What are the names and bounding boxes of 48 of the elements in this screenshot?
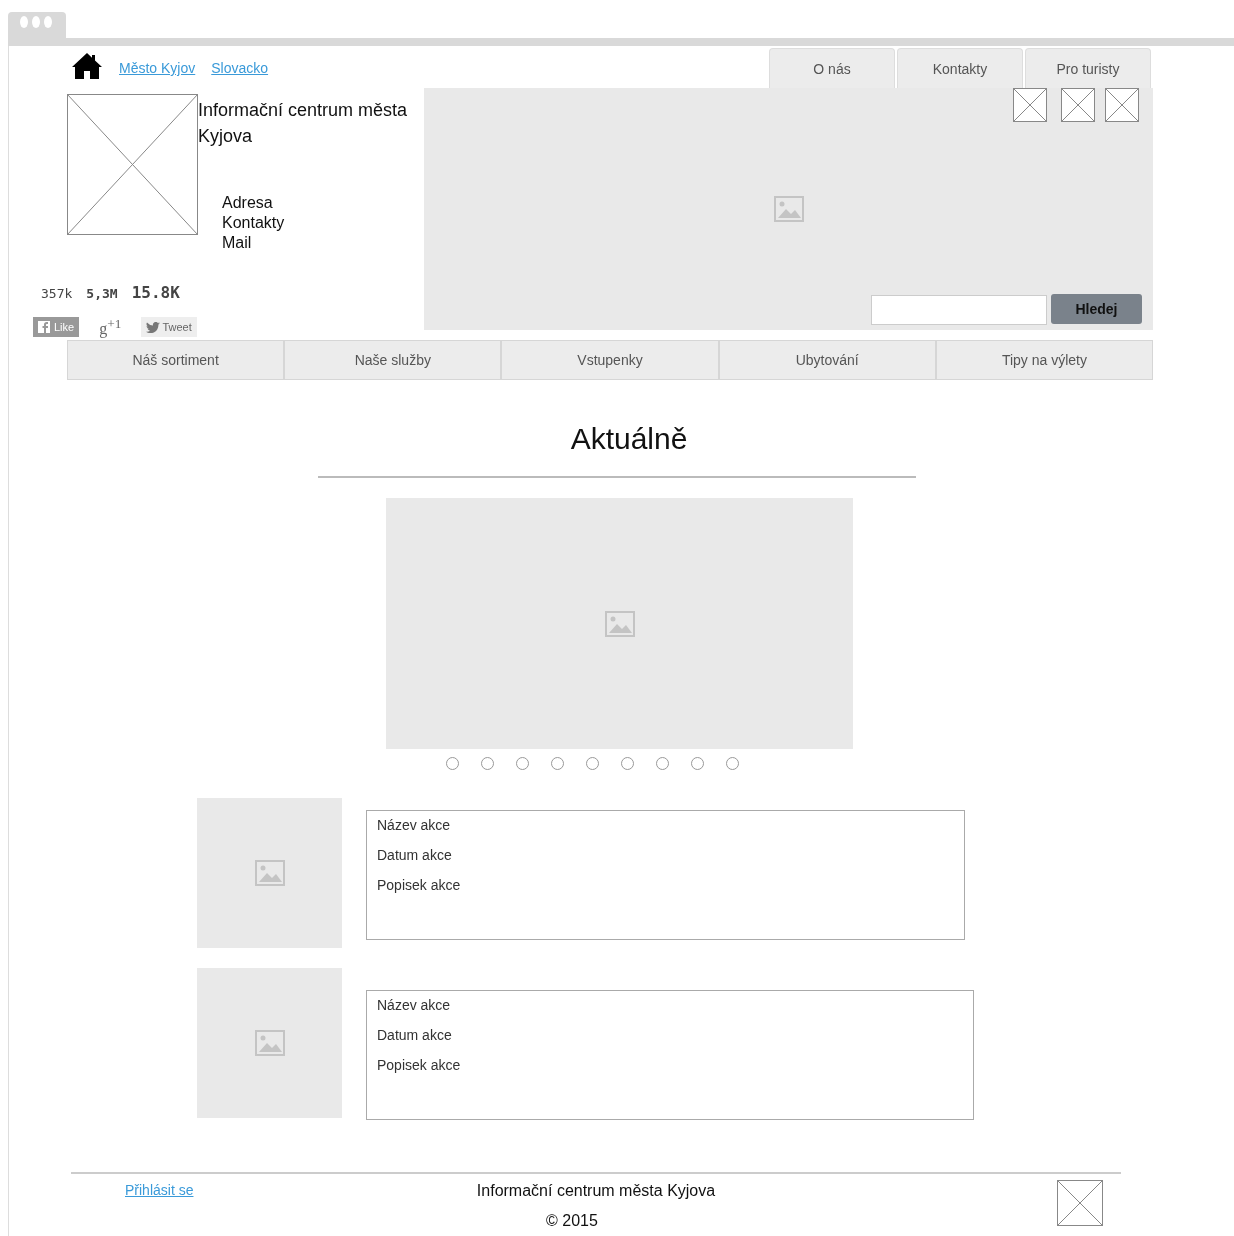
menu-item[interactable]: Naše služby bbox=[284, 340, 502, 380]
slider-dot[interactable] bbox=[691, 757, 704, 770]
event-name: Název akce bbox=[377, 817, 452, 833]
top-tab[interactable]: Kontakty bbox=[897, 48, 1023, 88]
image-icon bbox=[773, 196, 804, 222]
site-title: Informační centrum města Kyjova bbox=[198, 99, 409, 148]
slider-dot[interactable] bbox=[726, 757, 739, 770]
slider-dot[interactable] bbox=[516, 757, 529, 770]
search-button[interactable]: Hledej bbox=[1051, 294, 1142, 324]
slider-dot[interactable] bbox=[621, 757, 634, 770]
menu-item[interactable]: Vstupenky bbox=[501, 340, 719, 380]
slider-dot[interactable] bbox=[656, 757, 669, 770]
event-date: Datum akce bbox=[377, 1027, 453, 1043]
share-count: 5,3M bbox=[86, 286, 118, 301]
event-date: Datum akce bbox=[377, 847, 453, 863]
image-placeholder bbox=[1105, 88, 1139, 122]
menu-item[interactable]: Ubytování bbox=[718, 340, 936, 380]
slider-dot[interactable] bbox=[481, 757, 494, 770]
share-count: 357k bbox=[41, 286, 73, 301]
event-description: Popisek akce bbox=[377, 877, 462, 893]
slider-dot[interactable] bbox=[586, 757, 599, 770]
event-name: Název akce bbox=[377, 997, 452, 1013]
slider-dot[interactable] bbox=[551, 757, 564, 770]
contact-line: Adresa bbox=[222, 193, 274, 213]
top-tab[interactable]: O nás bbox=[769, 48, 895, 88]
bird-icon bbox=[146, 321, 161, 333]
share-count: 15.8K bbox=[131, 283, 180, 302]
plus-one-button[interactable]: g$^{+1}$ bbox=[99, 316, 122, 339]
image-placeholder bbox=[1013, 88, 1047, 122]
contact-line: Kontakty bbox=[222, 213, 286, 233]
menu-item[interactable]: Náš sortiment bbox=[67, 340, 285, 380]
contact-line: Mail bbox=[222, 233, 253, 253]
copyright: © 2015 bbox=[546, 1212, 598, 1229]
home-icon[interactable] bbox=[71, 52, 103, 80]
slider-dot[interactable] bbox=[446, 757, 459, 770]
image-icon bbox=[254, 1030, 285, 1056]
facebook-icon bbox=[38, 321, 50, 334]
tweet-button[interactable]: Tweet bbox=[141, 317, 197, 338]
top-tab[interactable]: Pro turisty bbox=[1025, 48, 1151, 88]
section-heading: Aktuálně bbox=[569, 422, 689, 456]
image-icon bbox=[254, 860, 285, 886]
event-description: Popisek akce bbox=[377, 1057, 462, 1073]
footer-title: Informační centrum města Kyjova bbox=[476, 1182, 716, 1199]
menu-item[interactable]: Tipy na výlety bbox=[935, 340, 1153, 380]
image-icon bbox=[604, 610, 635, 637]
image-placeholder bbox=[1061, 88, 1095, 122]
image-placeholder bbox=[1057, 1180, 1103, 1226]
search-field[interactable] bbox=[871, 295, 1047, 325]
